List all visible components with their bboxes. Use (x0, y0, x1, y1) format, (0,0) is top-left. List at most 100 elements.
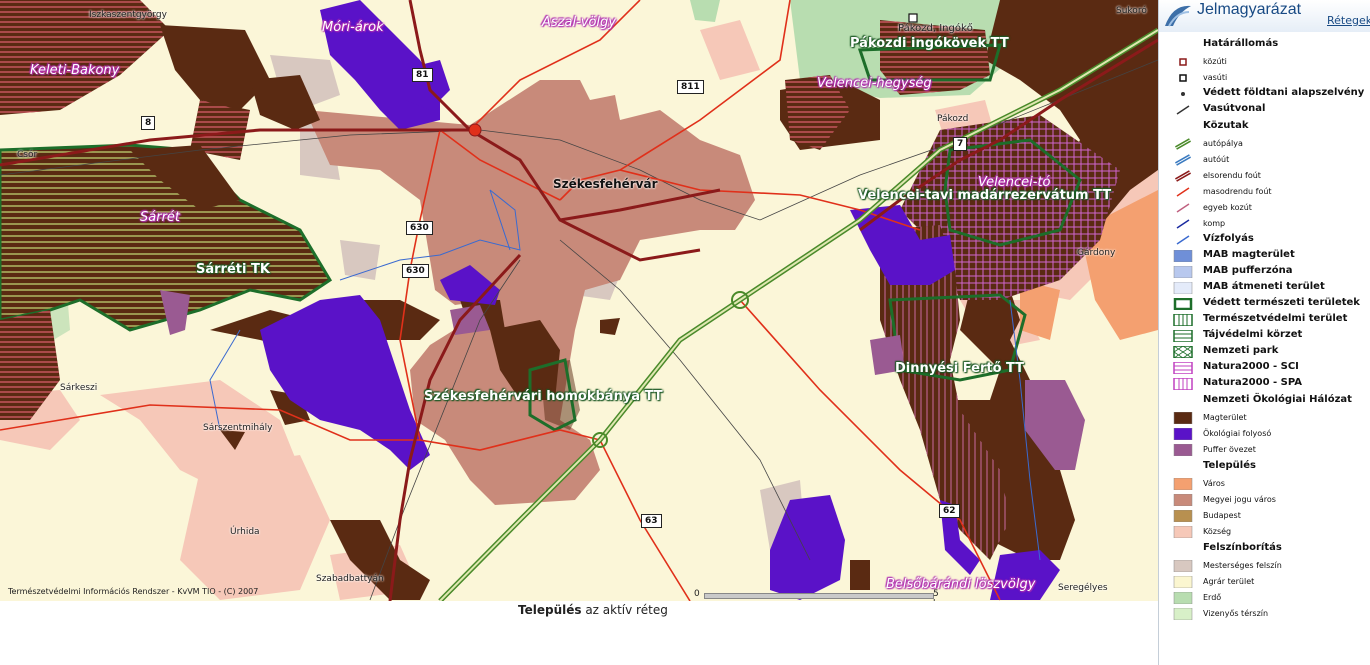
label-sarreti-tk: Sárréti TK (196, 262, 270, 277)
legend-label: Vízfolyás (1203, 233, 1254, 244)
legend-symbol-fill-icon (1173, 608, 1193, 620)
road-shield-811: 811 (677, 80, 704, 94)
legend-label: vasúti (1203, 73, 1228, 82)
road-shield-630-b: 630 (402, 264, 429, 278)
legend-label: Vasútvonal (1203, 103, 1266, 114)
legend-symbol-cross-icon (1173, 346, 1193, 358)
legend-symbol-outline-icon (1173, 298, 1193, 310)
legend-symbol-dot-icon (1181, 92, 1185, 96)
road-shield-8: 8 (141, 116, 156, 130)
label-mori-arok: Móri-árok (322, 20, 384, 35)
legend-symbol-line-icon (1176, 235, 1190, 245)
legend-label: MAB pufferzóna (1203, 265, 1293, 276)
label-dinnyesi-ferto: Dinnyési Fertő TT (895, 361, 1025, 376)
label-seregelyes: Seregélyes (1058, 583, 1108, 593)
legend-symbol-fill-icon (1173, 250, 1193, 262)
legend-title: Jelmagyarázat (1197, 1, 1302, 18)
legend-label: egyeb kozút (1203, 203, 1252, 212)
legend-label: Védett természeti területek (1203, 297, 1360, 308)
legend-label: Puffer övezet (1203, 445, 1256, 454)
road-shield-63: 63 (641, 514, 662, 528)
legend-label: MAB magterület (1203, 249, 1295, 260)
legend-symbol-fill-icon (1173, 412, 1193, 424)
legend-label: Agrár terület (1203, 577, 1255, 586)
road-shield-62: 62 (939, 504, 960, 518)
legend-symbol-square-border-icon (1179, 58, 1187, 66)
label-csor: Csór (17, 150, 38, 160)
label-sarszentmihaly: Sárszentmihály (203, 423, 273, 433)
label-szabadbattyan: Szabadbattyán (316, 574, 384, 584)
label-velencei-hegyseg: Velencei-hegység (817, 76, 932, 91)
legend-label: Természetvédelmi terület (1203, 313, 1348, 324)
legend-symbol-fill-icon (1173, 478, 1193, 490)
legend-symbol-road-icon (1175, 138, 1191, 150)
road-shield-7: 7 (953, 137, 968, 151)
legend-symbol-vhatch-icon (1173, 314, 1193, 326)
legend-label: Magterület (1203, 413, 1247, 422)
legend-label: Határállomás (1203, 38, 1279, 49)
legend-symbol-hhatch-icon (1173, 330, 1193, 342)
legend-header: Jelmagyarázat Rétegek (1159, 0, 1370, 32)
legend-label: Budapest (1203, 511, 1241, 520)
legend-label: Natura2000 - SPA (1203, 377, 1302, 388)
legend-label: Erdő (1203, 593, 1222, 602)
legend-symbol-road-icon (1175, 170, 1191, 182)
legend-label: Felszínborítás (1203, 542, 1282, 553)
legend-symbol-fill-icon (1173, 266, 1193, 278)
legend-label: elsorendu foút (1203, 171, 1261, 180)
legend-label: Mesterséges felszín (1203, 561, 1282, 570)
legend-symbol-line-icon (1176, 105, 1190, 115)
label-aszal-volgy: Aszal-völgy (542, 15, 616, 30)
scale-bar-line (704, 593, 934, 599)
legend-symbol-fill-icon (1173, 510, 1193, 522)
legend-symbol-fill-icon (1173, 428, 1193, 440)
legend-label: autóút (1203, 155, 1230, 164)
legend-symbol-vhatch-icon (1173, 378, 1193, 390)
legend-label: közúti (1203, 57, 1227, 66)
layers-tab-link[interactable]: Rétegek (1327, 14, 1370, 27)
legend-label: autópálya (1203, 139, 1243, 148)
legend-symbol-fill-icon (1173, 576, 1193, 588)
active-layer-status: Település az aktív réteg (518, 603, 668, 617)
legend-label: Nemzeti Ökológiai Hálózat (1203, 394, 1352, 405)
legend-symbol-hhatch-icon (1173, 362, 1193, 374)
legend-label: Település (1203, 460, 1256, 471)
settlement-markers (908, 13, 918, 23)
label-velencei-tavi: Velencei-tavi madárrezervátum TT (858, 188, 1112, 203)
legend-symbol-fill-icon (1173, 526, 1193, 538)
legend-symbol-fill-icon (1173, 282, 1193, 294)
legend-label: Natura2000 - SCI (1203, 361, 1299, 372)
label-pakozd: Pákozd (937, 114, 969, 124)
scale-zero-label: 0 (694, 589, 700, 599)
scale-end-label: 5 km (933, 589, 947, 601)
legend-label: masodrendu foút (1203, 187, 1272, 196)
road-shield-81: 81 (412, 68, 433, 82)
active-layer-suffix: az aktív réteg (581, 603, 668, 617)
szekesfehervar-city-area (305, 80, 755, 505)
legend-panel: Jelmagyarázat Rétegek Határállomás közúti… (1158, 0, 1370, 665)
label-sukoro: Sukoró (1116, 6, 1147, 16)
label-urhida: Úrhida (230, 527, 260, 537)
map-view[interactable]: Iszkaszentgyörgy Móri-árok Aszal-völgy S… (0, 0, 1158, 601)
legend-label: komp (1203, 219, 1226, 228)
label-gardony: Gárdony (1077, 248, 1116, 258)
legend-label: MAB átmeneti terület (1203, 281, 1325, 292)
label-pakozd-ingoko: Pákozd, Ingókő (898, 23, 973, 34)
legend-symbol-square-border-icon (1179, 74, 1187, 82)
legend-label: Nemzeti park (1203, 345, 1279, 356)
legend-label: Védett földtani alapszelvény (1203, 87, 1365, 98)
label-keleti-bakony: Keleti-Bakony (30, 63, 120, 78)
label-sarkeszi: Sárkeszi (60, 383, 98, 393)
legend-symbol-fill-icon (1173, 592, 1193, 604)
label-szekesfehervar: Székesfehérvár (553, 177, 658, 191)
map-canvas[interactable] (0, 0, 1158, 601)
legend-symbol-road-icon (1175, 154, 1191, 166)
legend-label: Ökológiai folyosó (1203, 429, 1272, 438)
active-layer-name: Település (518, 603, 582, 617)
legend-symbol-line-icon (1176, 203, 1190, 213)
legend-symbol-fill-icon (1173, 560, 1193, 572)
label-sarret: Sárrét (140, 210, 181, 225)
legend-symbol-line-icon (1176, 187, 1190, 197)
road-shield-630-a: 630 (406, 221, 433, 235)
label-pakozdi-ingokovek: Pákozdi ingókövek TT (850, 36, 1009, 51)
